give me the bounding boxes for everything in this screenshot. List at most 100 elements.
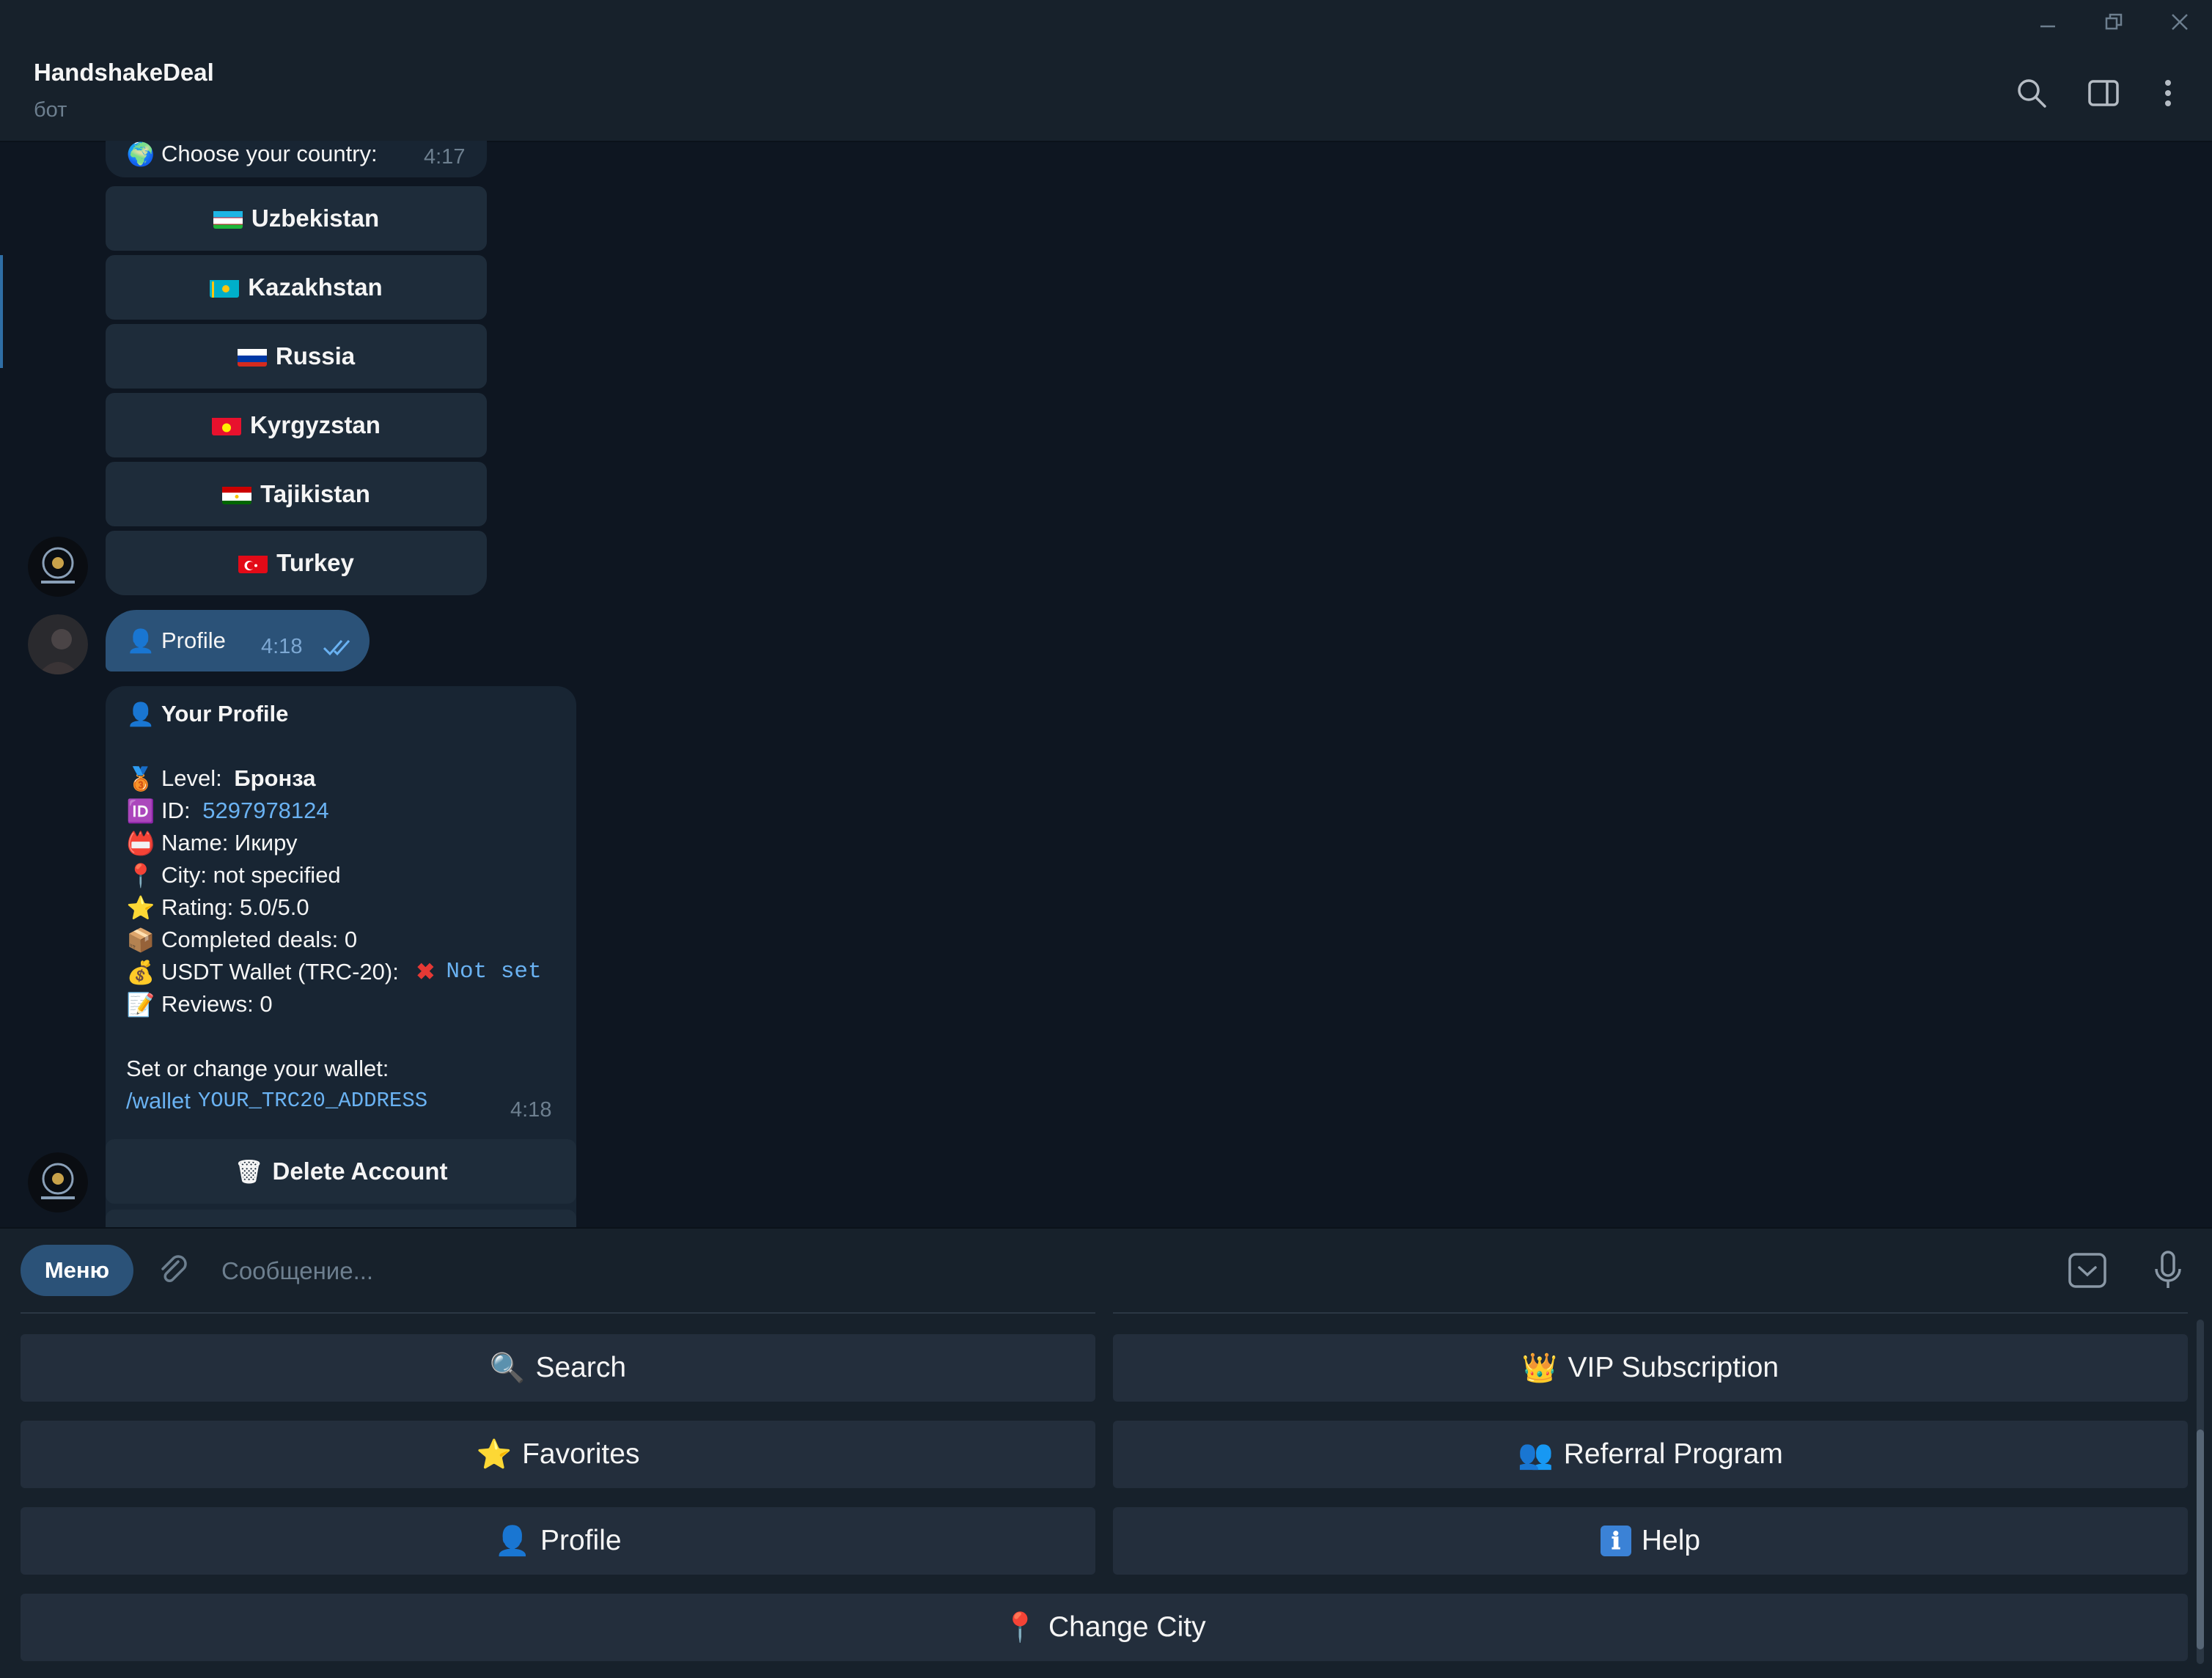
- wallet-value: Not set: [446, 959, 542, 985]
- vip-label: VIP Subscription: [1568, 1352, 1779, 1383]
- menu-button[interactable]: Меню: [21, 1245, 133, 1296]
- country-prompt: 🌍 Choose your country:: [126, 141, 378, 170]
- unread-indicator: [0, 255, 3, 368]
- user-photo-icon: [28, 614, 88, 674]
- search-label: Search: [535, 1352, 627, 1383]
- minimize-button[interactable]: [2022, 4, 2073, 40]
- change-city-button[interactable]: 📍 Change City: [21, 1594, 2188, 1661]
- sidebar-toggle-icon: [2088, 80, 2119, 106]
- minimize-icon: [2040, 25, 2055, 28]
- level-value: Бронза: [234, 765, 316, 791]
- user-avatar[interactable]: [28, 614, 88, 674]
- sidebar-toggle-button[interactable]: [2076, 66, 2131, 120]
- country-button-uzbekistan[interactable]: Uzbekistan: [106, 186, 487, 251]
- profile-keyboard-button[interactable]: 👤 Profile: [21, 1507, 1095, 1575]
- country-label: Tajikistan: [260, 480, 370, 507]
- bot-keyboard-toggle-button[interactable]: [2065, 1248, 2110, 1293]
- voice-record-button[interactable]: [2145, 1248, 2191, 1293]
- outgoing-message: 👤 Profile: [126, 625, 226, 657]
- wallet-command-link[interactable]: /wallet: [126, 1085, 191, 1117]
- profile-title: Your Profile: [161, 701, 289, 726]
- country-button-russia[interactable]: Russia: [106, 324, 487, 389]
- country-button-kazakhstan[interactable]: Kazakhstan: [106, 255, 487, 320]
- double-check-icon: [323, 640, 350, 656]
- country-label: Kyrgyzstan: [250, 411, 381, 438]
- outgoing-message-text: Profile: [161, 628, 226, 653]
- message-time: 4:18: [510, 1098, 552, 1122]
- country-prompt-text: Choose your country:: [161, 141, 378, 166]
- profile-city-row: 📍 City: not specified: [126, 859, 566, 891]
- favorites-button[interactable]: ⭐ Favorites: [21, 1421, 1095, 1488]
- search-icon: [2018, 79, 2046, 108]
- message-input[interactable]: [220, 1249, 2041, 1293]
- profile-card: 👤 Your Profile 🥉 Level: Бронза 🆔 ID: 529…: [126, 698, 566, 1117]
- close-icon: [2172, 14, 2188, 30]
- message-time: 4:18: [261, 635, 303, 658]
- profile-name-row: 📛 Name: Икиру: [126, 827, 566, 859]
- chat-title[interactable]: HandshakeDeal: [34, 59, 214, 87]
- wallet-command-arg[interactable]: YOUR_TRC20_ADDRESS: [198, 1085, 427, 1117]
- handshakedeal-logo-icon: [28, 537, 88, 597]
- kazakhstan-flag-icon: [210, 278, 240, 298]
- window-titlebar: [0, 0, 2212, 44]
- info-icon: ℹ: [1600, 1526, 1631, 1556]
- more-icon: [2165, 80, 2171, 106]
- vip-subscription-button[interactable]: 👑 VIP Subscription: [1113, 1334, 2188, 1402]
- bot-avatar[interactable]: [28, 1152, 88, 1212]
- star-icon: ⭐: [126, 894, 155, 921]
- profile-rating-row: ⭐ Rating: 5.0/5.0: [126, 891, 566, 924]
- country-button-tajikistan[interactable]: Tajikistan: [106, 462, 487, 526]
- partial-inline-button[interactable]: [106, 1210, 576, 1227]
- attach-button[interactable]: [151, 1248, 196, 1293]
- bot-avatar[interactable]: [28, 537, 88, 597]
- name-badge-icon: 📛: [126, 830, 155, 856]
- uzbekistan-flag-icon: [213, 209, 243, 229]
- profile-id-row: 🆔 ID: 5297978124: [126, 795, 566, 827]
- close-window-button[interactable]: [2154, 4, 2205, 40]
- profile-label: Profile: [540, 1525, 622, 1556]
- change-city-label: Change City: [1048, 1611, 1206, 1643]
- keyboard-scrollbar[interactable]: [2197, 1320, 2204, 1664]
- delete-account-button[interactable]: 🗑 Delete Account: [106, 1139, 576, 1204]
- star-icon: ⭐: [476, 1439, 512, 1471]
- chat-header[interactable]: [0, 44, 2212, 142]
- search-button[interactable]: [2005, 66, 2059, 120]
- message-list[interactable]: 🌍 Choose your country: 4:17 Uzbekistan K…: [0, 141, 2212, 1227]
- country-label: Uzbekistan: [251, 205, 380, 232]
- restore-button[interactable]: [2088, 4, 2139, 40]
- cross-mark-icon: ✖: [416, 959, 436, 985]
- crown-icon: 👑: [1521, 1353, 1558, 1384]
- country-button-turkey[interactable]: Turkey: [106, 531, 487, 595]
- country-label: Turkey: [276, 549, 354, 576]
- profile-title-row: 👤 Your Profile: [126, 698, 566, 730]
- chat-subtitle: бот: [34, 98, 67, 122]
- keyboard-collapse-icon: [2068, 1253, 2106, 1288]
- profile-wallet-row: 💰 USDT Wallet (TRC-20): ✖ Not set: [126, 956, 566, 988]
- help-button[interactable]: ℹ Help: [1113, 1507, 2188, 1575]
- more-button[interactable]: [2141, 66, 2195, 120]
- country-button-kyrgyzstan[interactable]: Kyrgyzstan: [106, 393, 487, 457]
- delete-account-label: Delete Account: [272, 1158, 448, 1185]
- scrollbar-thumb[interactable]: [2197, 1429, 2204, 1649]
- package-icon: 📦: [126, 927, 155, 953]
- magnifier-icon: 🔍: [489, 1353, 526, 1384]
- search-keyboard-button[interactable]: 🔍 Search: [21, 1334, 1095, 1402]
- message-time: 4:17: [424, 145, 466, 169]
- microphone-icon: [2155, 1251, 2181, 1288]
- turkey-flag-icon: [238, 553, 268, 573]
- wallet-instruction: Set or change your wallet:: [126, 1056, 389, 1081]
- handshakedeal-logo-icon: [28, 1152, 88, 1212]
- bust-silhouette-icon: 👤: [126, 701, 155, 727]
- level-label: Level:: [161, 765, 229, 791]
- country-label: Russia: [275, 342, 356, 369]
- country-label: Kazakhstan: [248, 273, 383, 301]
- bust-silhouette-icon: 👤: [494, 1526, 530, 1557]
- referral-label: Referral Program: [1563, 1438, 1783, 1470]
- help-label: Help: [1641, 1525, 1701, 1556]
- id-value-link[interactable]: 5297978124: [202, 795, 328, 827]
- referral-program-button[interactable]: 👥 Referral Program: [1113, 1421, 2188, 1488]
- bust-silhouette-icon: 👤: [126, 628, 155, 654]
- memo-icon: 📝: [126, 991, 155, 1018]
- profile-deals: Completed deals: 0: [161, 927, 358, 952]
- globe-icon: 🌍: [126, 141, 155, 167]
